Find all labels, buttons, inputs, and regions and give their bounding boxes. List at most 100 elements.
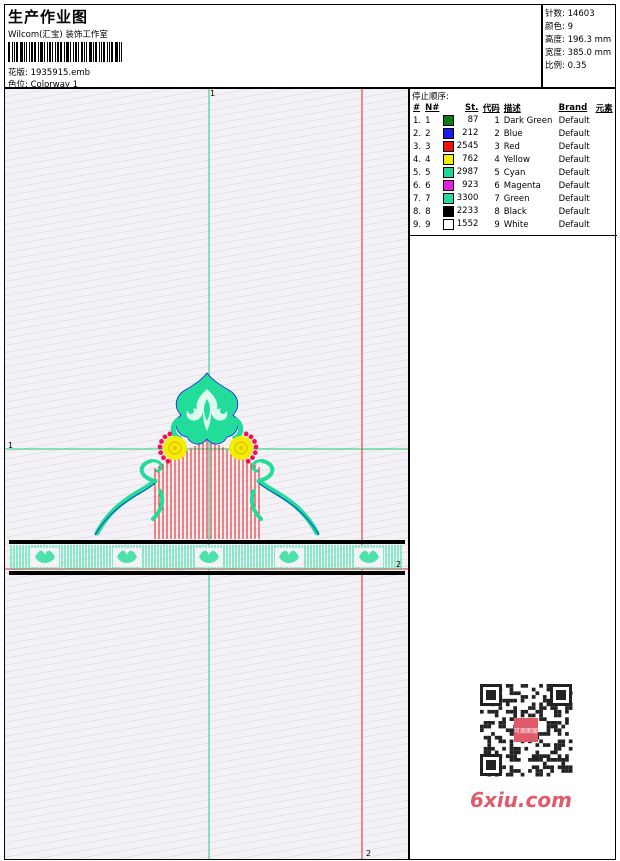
qr-module <box>524 695 529 699</box>
qr-module <box>494 735 499 740</box>
table-row: 4. 4 762 4 Yellow Default <box>411 153 615 166</box>
qr-module <box>535 772 540 777</box>
qr-module <box>535 765 540 770</box>
magenta-bead <box>157 444 163 450</box>
border-band <box>9 540 405 575</box>
column-header: 元素 <box>595 103 613 114</box>
qr-module <box>509 758 514 762</box>
qr-module <box>554 709 558 714</box>
qr-module <box>565 706 569 710</box>
qr-module <box>554 724 558 729</box>
qr-module <box>568 765 573 770</box>
qr-module <box>524 709 529 714</box>
qr-module <box>546 758 551 762</box>
barcode-bar <box>93 42 94 62</box>
stitch-count: 2233 <box>456 206 479 216</box>
qr-module <box>557 754 562 758</box>
table-cell: 762 <box>441 153 480 166</box>
qr-module <box>554 728 558 733</box>
qr-module <box>561 758 566 762</box>
barcode-bar <box>78 42 79 62</box>
qr-module <box>554 750 558 755</box>
magenta-bead <box>159 439 164 444</box>
barcode-bar <box>49 42 51 62</box>
band-motif <box>31 548 59 567</box>
table-cell: Default <box>558 154 590 165</box>
embroidery-design <box>5 89 408 859</box>
table-row: 5. 5 2987 5 Cyan Default <box>411 166 615 179</box>
barcode-bar <box>64 42 65 62</box>
table-cell: White <box>503 219 529 230</box>
table-cell: 2545 <box>441 140 480 153</box>
qr-module <box>550 758 554 762</box>
qr-module <box>483 724 488 729</box>
design-file-label: 花版: 1935915.emb <box>8 68 91 78</box>
qr-module <box>542 695 547 699</box>
table-cell: Red <box>503 141 520 152</box>
qr-module <box>517 746 521 751</box>
qr-module <box>542 761 547 766</box>
qr-module <box>565 721 569 725</box>
qr-module <box>561 739 566 744</box>
qr-module <box>565 769 569 773</box>
qr-module <box>483 750 488 755</box>
software-label: Wilcom(汇宝) 装饰工作室 <box>8 30 108 40</box>
barcode-bar <box>20 42 23 62</box>
qr-module <box>494 750 499 755</box>
qr-module <box>557 732 562 736</box>
table-cell <box>594 153 615 166</box>
qr-module <box>542 717 547 721</box>
table-row: 2. 2 212 2 Blue Default <box>411 127 615 140</box>
barcode-bar <box>95 42 97 62</box>
color-swatch <box>443 219 455 230</box>
qr-module <box>565 709 569 714</box>
qr-module <box>550 724 554 729</box>
qr-module <box>491 709 495 714</box>
barcode-bar <box>8 42 10 62</box>
qr-module <box>539 739 543 744</box>
qr-module <box>565 758 569 762</box>
barcode-bar <box>16 42 18 62</box>
qr-module <box>539 702 543 707</box>
qr-module <box>480 724 484 729</box>
color-swatch <box>443 141 455 152</box>
qr-module <box>542 765 547 770</box>
qr-module <box>554 706 558 710</box>
qr-module <box>539 769 543 773</box>
barcode-bar <box>44 42 45 62</box>
qr-module <box>542 706 547 710</box>
qr-module <box>517 691 521 696</box>
qr-module <box>550 750 554 755</box>
table-cell: Black <box>503 206 527 217</box>
table-cell: 9 <box>494 219 500 230</box>
qr-module <box>517 750 521 755</box>
qr-module <box>528 758 532 762</box>
qr-module <box>502 739 506 744</box>
magenta-bead <box>253 444 259 450</box>
stitch-count: 针数: 14603 <box>545 9 595 19</box>
qr-module <box>505 702 510 707</box>
qr-module <box>509 732 514 736</box>
band-motif <box>275 548 303 567</box>
qr-module <box>546 724 551 729</box>
barcode-bar <box>81 42 83 62</box>
barcode-bar <box>55 42 56 62</box>
qr-module <box>557 765 562 770</box>
table-cell: 1. <box>413 115 422 126</box>
color-swatch <box>443 115 455 126</box>
qr-module <box>498 735 503 740</box>
qr-module <box>565 717 569 721</box>
qr-module <box>546 702 551 707</box>
right-rosette <box>229 436 253 460</box>
qr-module <box>509 739 514 744</box>
qr-module <box>539 709 543 714</box>
qr-module <box>509 691 514 696</box>
qr-module <box>565 765 569 770</box>
qr-module <box>513 754 517 758</box>
qr-module <box>509 687 514 692</box>
watermark: 可商图案 6xiu.com <box>470 680 585 815</box>
qr-module <box>513 709 517 714</box>
color-swatch <box>443 180 455 191</box>
qr-module <box>509 743 514 747</box>
column-header: 描述 <box>503 103 521 114</box>
